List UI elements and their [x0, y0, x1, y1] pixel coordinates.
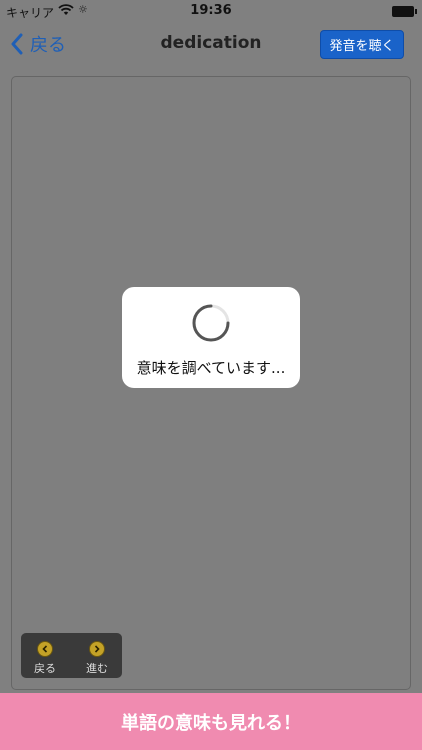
status-bar: キャリア ☼ 19:36	[0, 0, 422, 24]
status-time: 19:36	[190, 3, 232, 18]
toolbar-forward-button[interactable]: 進む	[73, 639, 121, 675]
spinner-icon	[192, 304, 230, 342]
forward-arrow-icon	[89, 641, 105, 657]
promo-banner[interactable]: 単語の意味も見れる！	[0, 693, 422, 750]
toolbar-back-label: 戻る	[34, 662, 56, 675]
back-arrow-icon	[37, 641, 53, 657]
browser-toolbar: 戻る 進む	[21, 633, 122, 678]
toolbar-back-button[interactable]: 戻る	[21, 639, 69, 675]
listen-pronunciation-button[interactable]: 発音を聴く	[320, 30, 404, 59]
toolbar-forward-label: 進む	[86, 662, 108, 675]
loading-hud: 意味を調べています...	[122, 287, 300, 388]
battery-icon	[392, 6, 417, 17]
loading-message: 意味を調べています...	[136, 359, 286, 377]
nav-bar: 戻る dedication 発音を聴く	[0, 24, 422, 66]
